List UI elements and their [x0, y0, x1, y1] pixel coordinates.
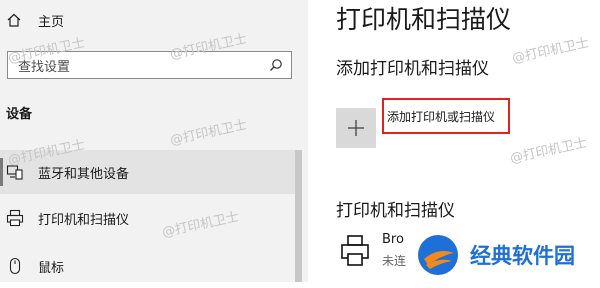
site-brand-watermark: 经典软件园 — [406, 228, 600, 282]
section-title-devices: 设备 — [6, 107, 33, 122]
sidebar-item-bluetooth[interactable]: 蓝牙和其他设备 — [0, 150, 295, 194]
add-section-title: 添加打印机和扫描仪 — [336, 59, 489, 79]
printers-section-title: 打印机和扫描仪 — [336, 201, 455, 221]
brand-logo-icon — [418, 235, 458, 275]
search-icon[interactable] — [269, 58, 283, 72]
printer-name: Bro — [382, 232, 404, 247]
sidebar-item-label: 打印机和扫描仪 — [38, 212, 130, 228]
add-printer-button[interactable] — [336, 108, 376, 148]
home-label: 主页 — [38, 14, 65, 30]
printer-status: 未连 — [382, 254, 407, 268]
mouse-icon — [9, 257, 21, 275]
sidebar-item-label: 蓝牙和其他设备 — [38, 166, 130, 182]
scrollbar[interactable] — [295, 150, 302, 282]
printer-icon — [6, 209, 24, 227]
printer-icon — [341, 235, 369, 266]
search-input[interactable]: 查找设置 — [8, 56, 269, 75]
sidebar-item-printers[interactable]: 打印机和扫描仪 — [0, 196, 295, 240]
home-nav-item[interactable]: 主页 — [6, 9, 64, 31]
selection-indicator — [0, 158, 3, 186]
bluetooth-devices-icon — [6, 165, 23, 180]
sidebar-item-mouse[interactable]: 鼠标 — [0, 244, 295, 288]
search-box[interactable]: 查找设置 — [7, 51, 292, 79]
plus-icon — [348, 120, 364, 136]
add-printer-link[interactable]: 添加打印机或扫描仪 — [382, 98, 510, 134]
home-icon — [7, 13, 21, 27]
page-title: 打印机和扫描仪 — [336, 5, 512, 34]
brand-text: 经典软件园 — [470, 244, 575, 268]
sidebar: 主页 查找设置 设备 蓝牙和其他设备 打印机和扫描仪 鼠标 — [0, 0, 308, 282]
sidebar-item-label: 鼠标 — [38, 260, 65, 276]
